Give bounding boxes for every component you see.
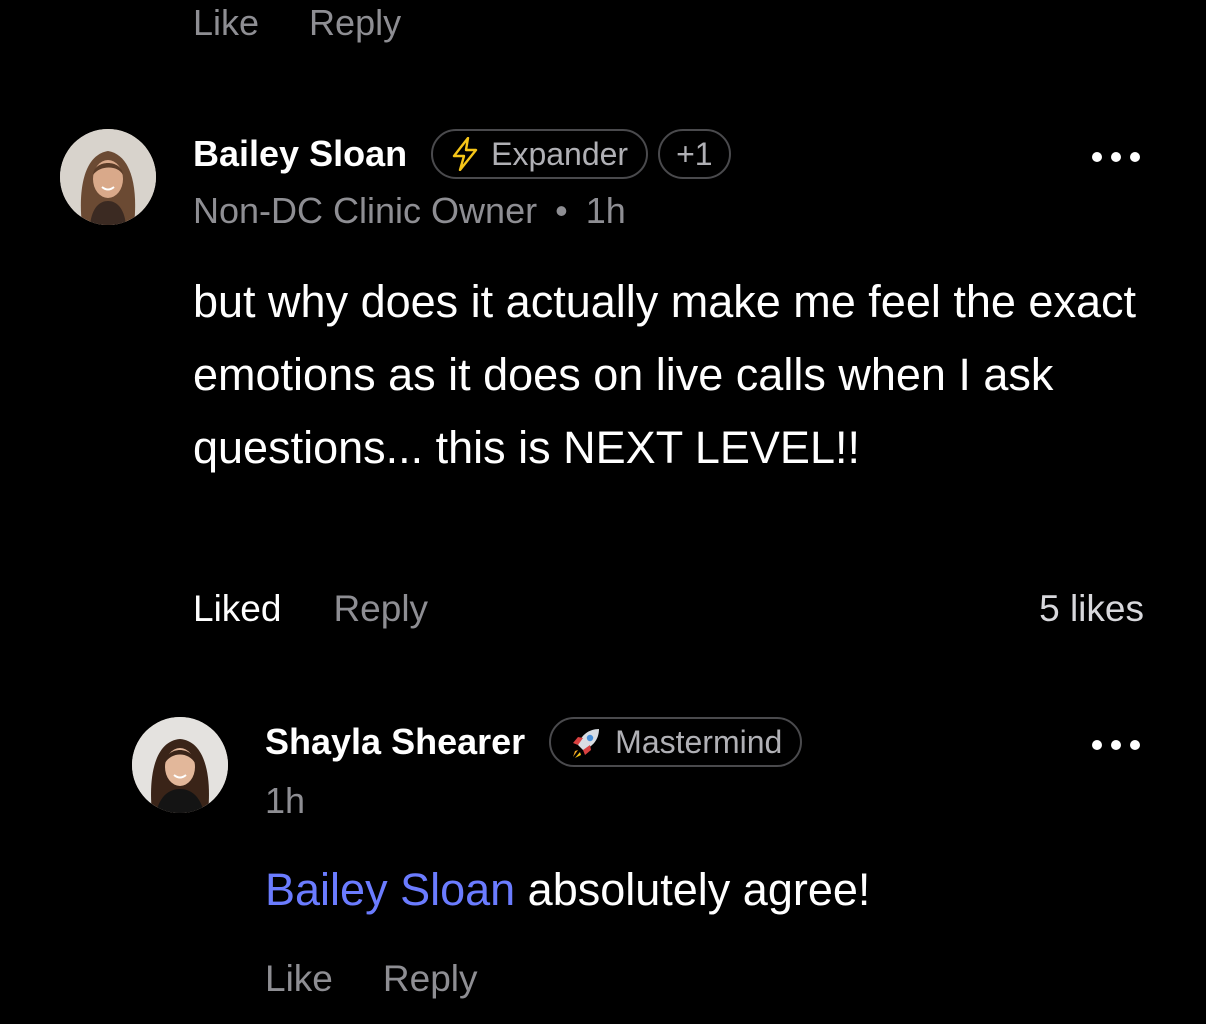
liked-button[interactable]: Liked	[193, 588, 281, 630]
comment-actions: Like Reply	[265, 958, 478, 1000]
comment-body: Bailey Sloan absolutely agree!	[265, 853, 1145, 926]
comment-body: but why does it actually make me feel th…	[193, 276, 1136, 473]
badge-label: Expander	[491, 135, 629, 172]
author-role: Non-DC Clinic Owner	[193, 190, 538, 231]
reply-button[interactable]: Reply	[333, 588, 428, 630]
more-options-icon[interactable]	[1092, 740, 1140, 752]
previous-comment-actions: Like Reply	[193, 2, 401, 44]
reply-button[interactable]: Reply	[383, 958, 478, 1000]
level-badge[interactable]: Expander	[431, 129, 649, 179]
comment-header: Shayla Shearer Mastermind	[265, 717, 803, 767]
badge-label: Mastermind	[615, 723, 783, 760]
comment-actions: Liked Reply	[193, 588, 428, 630]
extra-badges-count[interactable]: +1	[658, 129, 731, 179]
comment-time: 1h	[265, 780, 306, 821]
avatar[interactable]	[132, 717, 228, 813]
level-badge[interactable]: Mastermind	[549, 717, 803, 767]
avatar[interactable]	[60, 129, 156, 225]
avatar-photo	[60, 129, 156, 225]
rocket-icon	[569, 725, 603, 759]
mention-link[interactable]: Bailey Sloan	[265, 864, 515, 915]
comment-time: 1h	[585, 190, 626, 231]
author-name[interactable]: Shayla Shearer	[265, 721, 525, 763]
avatar-photo	[132, 717, 228, 813]
author-name[interactable]: Bailey Sloan	[193, 133, 407, 175]
comment-text: absolutely agree!	[515, 864, 871, 915]
likes-count[interactable]: 5 likes	[1039, 588, 1144, 630]
comment-header: Bailey Sloan Expander +1	[193, 129, 731, 179]
comment-thread: Like Reply Bailey Sloan Expander +1 Non-…	[0, 0, 1206, 1024]
reply-button[interactable]: Reply	[309, 2, 401, 44]
like-button[interactable]: Like	[265, 958, 333, 1000]
like-button[interactable]: Like	[193, 2, 259, 44]
meta-separator: •	[555, 190, 568, 231]
more-options-icon[interactable]	[1092, 152, 1140, 164]
author-meta: Non-DC Clinic Owner • 1h	[193, 190, 626, 232]
lightning-icon	[451, 137, 479, 171]
